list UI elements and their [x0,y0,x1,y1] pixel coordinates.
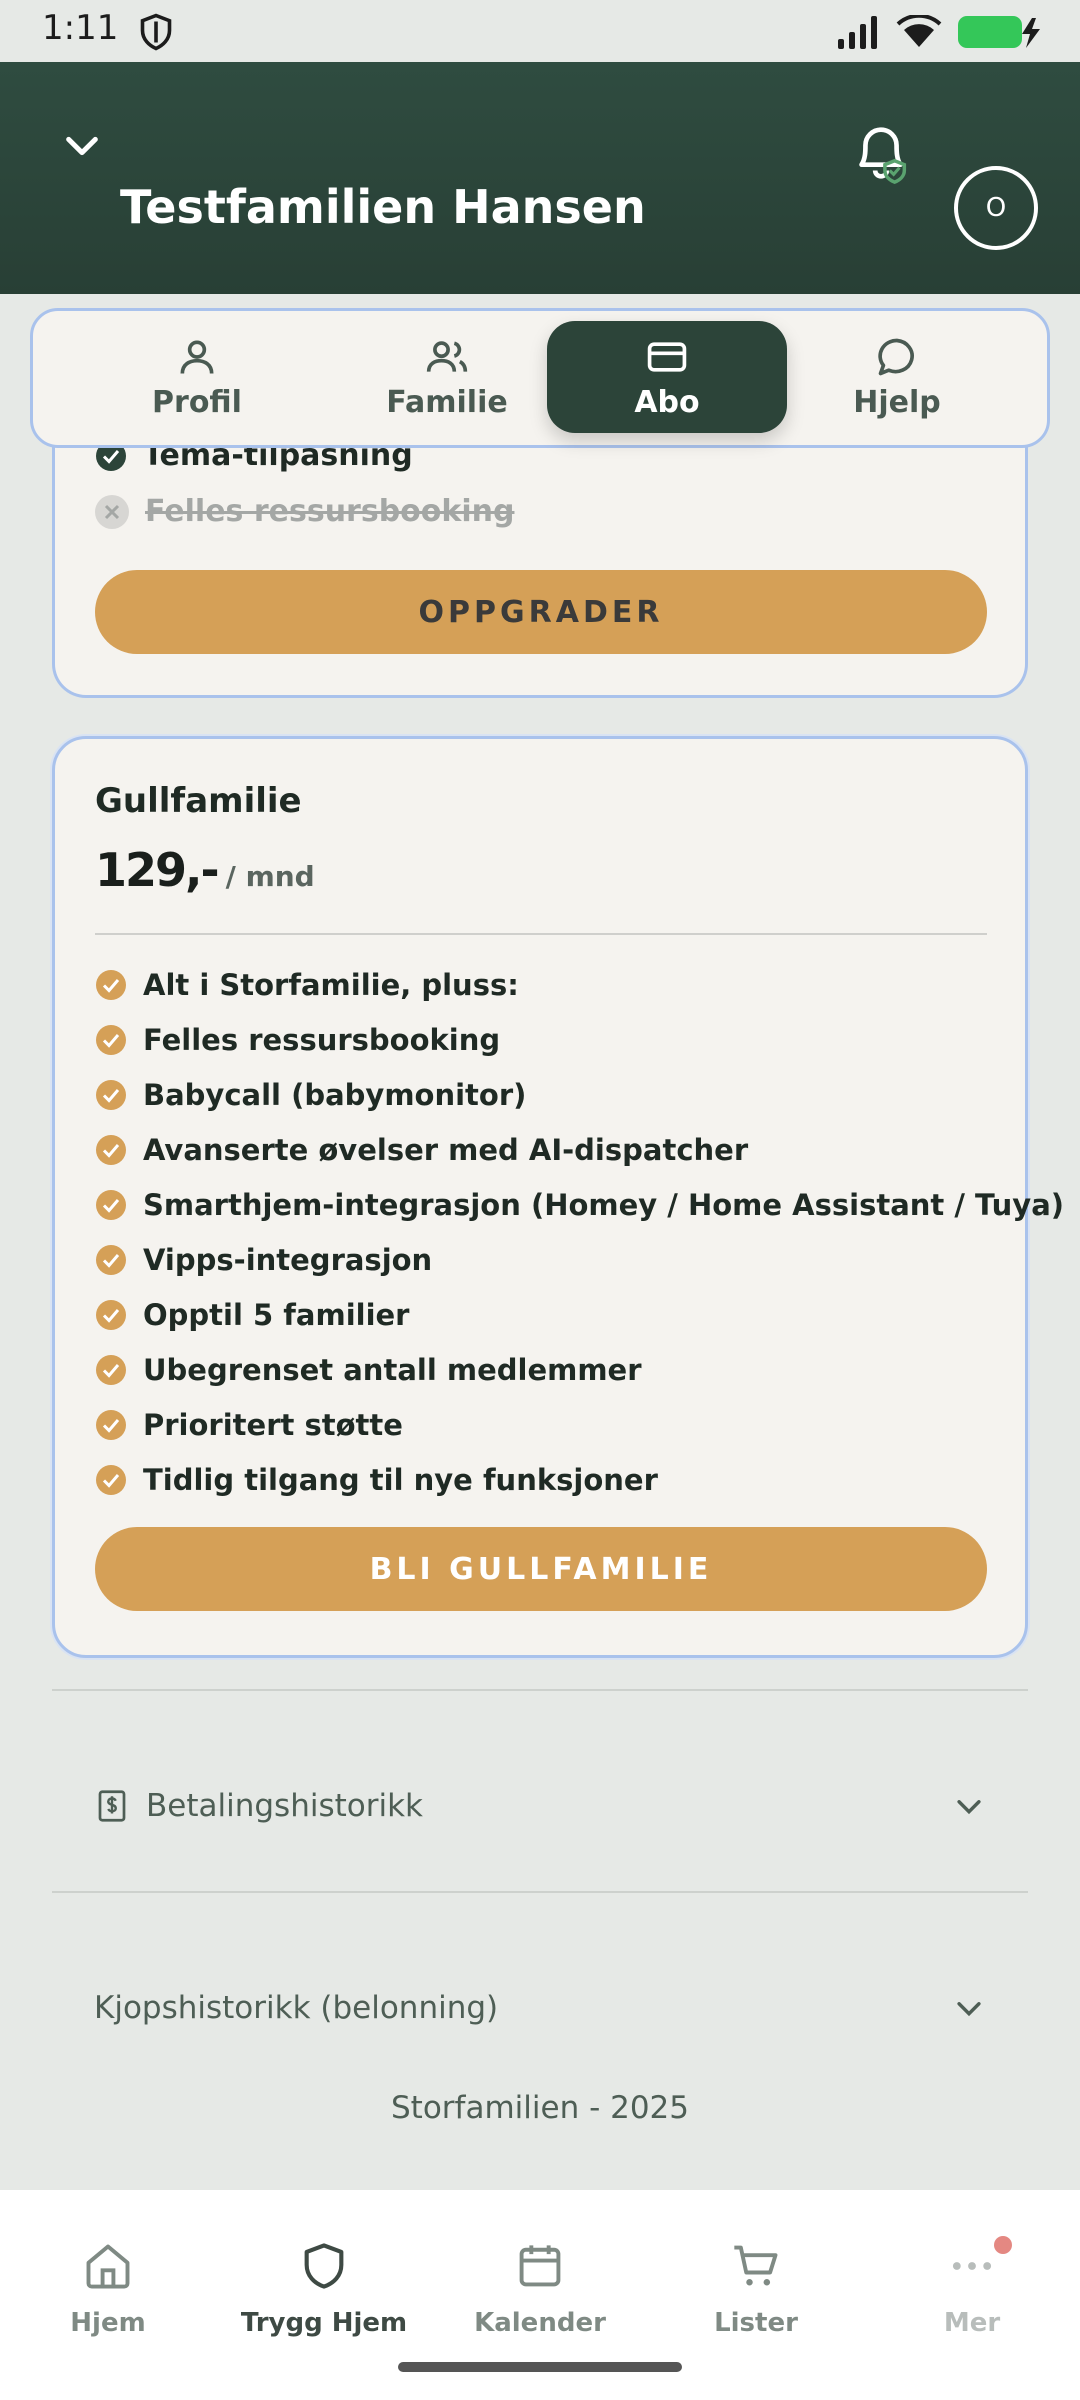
check-icon [96,969,126,1000]
check-icon [96,1134,126,1165]
check-icon [96,1189,126,1220]
wifi-icon [896,15,942,47]
home-indicator[interactable] [398,2362,682,2372]
feature-item: Babycall (babymonitor) [95,1067,995,1122]
home-icon [86,2244,130,2289]
tab-label: Profil [152,384,242,420]
tab-hjelp[interactable]: Hjelp [777,321,1017,433]
accordion-label: Kjopshistorikk (belonning) [94,1990,499,2026]
check-icon [96,1244,126,1275]
card-icon [647,341,687,372]
plan-name: Gullfamilie [95,781,302,821]
chevron-down-icon [957,2002,981,2017]
price-period: / mnd [225,860,315,893]
feature-text: Alt i Storfamilie, pluss: [143,967,519,1002]
feature-item: Smarthjem-integrasjon (Homey / Home Assi… [95,1177,1064,1232]
chat-bubble-icon [878,338,914,375]
status-time: 1:11 [42,8,119,48]
tab-abo[interactable]: Abo [547,321,787,433]
plan-card-gullfamilie: Gullfamilie 129,- / mnd Alt i Storfamili… [52,736,1064,1658]
avatar[interactable]: O [954,166,1038,250]
more-dots-icon [952,2262,992,2270]
feature-item: Tidlig tilgang til nye funksjoner [95,1452,995,1507]
feature-text: Vipps-integrasjon [143,1242,433,1277]
become-gold-button[interactable]: BLI GULLFAMILIE [95,1527,987,1611]
status-icons [836,12,1042,52]
feature-text: Prioritert støtte [143,1407,403,1442]
tab-label: Familie [386,384,508,420]
x-icon [95,494,129,529]
family-selector-title[interactable]: Testfamilien Hansen [120,180,646,234]
signal-icon [838,16,877,49]
check-icon [96,1464,126,1495]
nav-trygg-hjem[interactable]: Trygg Hjem [234,2240,414,2338]
shield-icon [304,2243,344,2289]
check-icon [96,1024,126,1055]
nav-lister[interactable]: Lister [666,2240,846,2338]
account-tabs: Profil Familie Abo Hjelp [30,308,1050,448]
feature-text: Felles ressursbooking [145,494,515,529]
feature-text: Felles ressursbooking [143,1022,501,1057]
divider [52,1689,1028,1691]
nav-label: Trygg Hjem [240,2308,408,2338]
footer-copyright: Storfamilien - 2025 [391,2090,689,2126]
payment-history-accordion[interactable]: Betalingshistorikk [94,1776,986,1836]
nav-label: Mer [943,2308,1001,2338]
purchase-history-accordion[interactable]: Kjopshistorikk (belonning) [94,1978,986,2038]
app-header: Testfamilien Hansen O [0,62,1080,294]
nav-hjem[interactable]: Hjem [18,2240,198,2338]
feature-text: Ubegrenset antall medlemmer [143,1352,642,1387]
receipt-dollar-icon [98,1790,126,1822]
nav-label: Hjem [70,2308,146,2338]
check-icon [96,1354,126,1385]
nav-kalender[interactable]: Kalender [450,2240,630,2338]
feature-item-disabled: Felles ressursbooking [95,494,514,529]
feature-item: Alt i Storfamilie, pluss: [95,957,995,1012]
people-icon [426,340,468,372]
tab-profil[interactable]: Profil [77,321,317,433]
feature-item: Vipps-integrasjon [95,1232,995,1287]
check-icon [96,1409,126,1440]
check-icon [96,1299,126,1330]
feature-text: Avanserte øvelser med AI-dispatcher [143,1132,749,1167]
feature-text: Tidlig tilgang til nye funksjoner [143,1462,658,1497]
accordion-label: Betalingshistorikk [146,1788,423,1824]
plan-card-storfamilie: Tema-tilpasning Felles ressursbooking OP… [52,420,1028,698]
nav-label: Kalender [474,2308,606,2338]
feature-text: Babycall (babymonitor) [143,1077,527,1112]
price-row: 129,- / mnd [95,843,315,897]
tab-label: Abo [634,384,700,420]
feature-item: Avanserte øvelser med AI-dispatcher [95,1122,995,1177]
bell-icon[interactable] [846,118,916,188]
feature-item: Prioritert støtte [95,1397,995,1452]
calendar-icon [519,2245,561,2287]
plan-price: 129,- [95,843,220,897]
chevron-down-icon [957,1800,981,1815]
feature-list: Alt i Storfamilie, pluss: Felles ressurs… [95,957,1064,1507]
tab-familie[interactable]: Familie [327,321,567,433]
feature-item: Felles ressursbooking [95,1012,995,1067]
feature-text: Smarthjem-integrasjon (Homey / Home Assi… [143,1187,1065,1222]
nav-mer[interactable]: Mer [882,2240,1062,2338]
check-icon [96,1079,126,1110]
shield-status-icon [140,13,172,51]
feature-text: Opptil 5 familier [143,1297,410,1332]
person-icon [180,340,214,374]
feature-item: Ubegrenset antall medlemmer [95,1342,995,1397]
feature-item: Opptil 5 familier [95,1287,995,1342]
battery-charging-icon [958,16,1040,48]
chevron-down-icon[interactable] [62,126,102,166]
notification-dot [994,2236,1012,2254]
nav-label: Lister [714,2308,798,2338]
cart-icon [734,2245,778,2286]
tab-label: Hjelp [853,384,941,420]
status-bar: 1:11 [0,0,1080,62]
divider [52,1891,1028,1893]
upgrade-button[interactable]: OPPGRADER [95,570,987,654]
divider [95,933,987,935]
